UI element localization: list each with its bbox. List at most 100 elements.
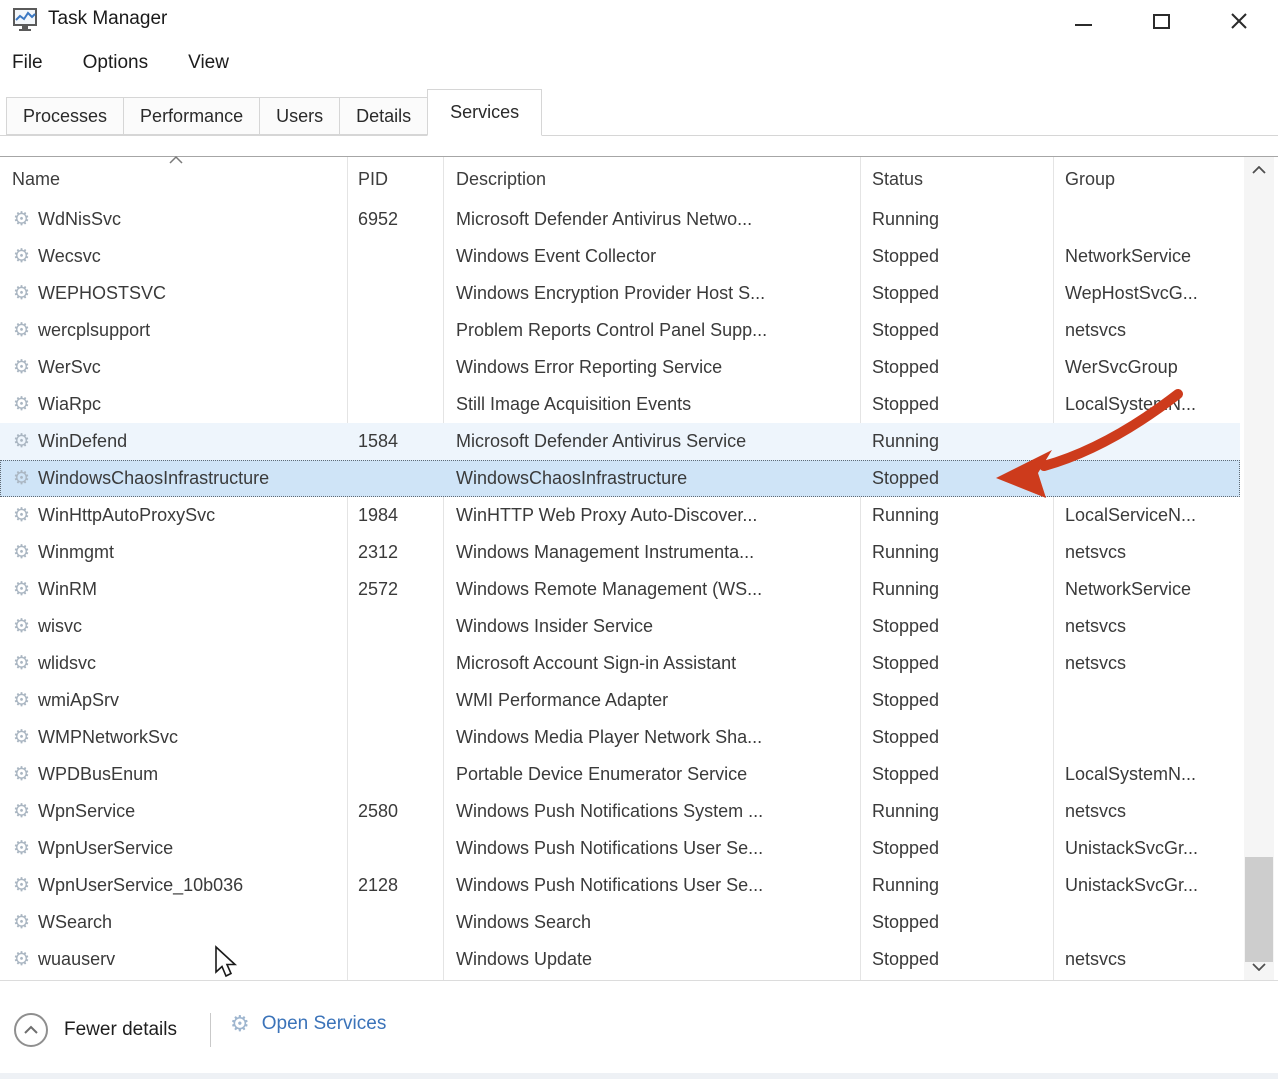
column-header-name[interactable]: Name (0, 169, 347, 190)
tab-services[interactable]: Services (427, 89, 542, 136)
service-name-cell: ⚙ WPDBusEnum (0, 764, 347, 785)
service-name-cell: ⚙ WerSvc (0, 357, 347, 378)
scrollbar-thumb[interactable] (1245, 857, 1273, 962)
service-group: UnistackSvcGr... (1053, 875, 1240, 896)
service-name-cell: ⚙ WinDefend (0, 431, 347, 452)
table-row[interactable]: ⚙ WPDBusEnum Portable Device Enumerator … (0, 756, 1240, 793)
menu-options[interactable]: Options (83, 52, 148, 74)
service-group: LocalSystemN... (1053, 394, 1240, 415)
table-row[interactable]: ⚙ Wecsvc Windows Event Collector Stopped… (0, 238, 1240, 275)
footer-bar: Fewer details ⚙ Open Services (0, 981, 1278, 1079)
tab-details[interactable]: Details (339, 97, 428, 135)
service-group: netsvcs (1053, 801, 1240, 822)
service-status: Stopped (860, 468, 1053, 489)
service-name: Wecsvc (38, 246, 101, 267)
minimize-button[interactable] (1044, 0, 1122, 42)
service-status: Running (860, 431, 1053, 452)
column-header-status[interactable]: Status (860, 169, 1053, 190)
service-group: NetworkService (1053, 579, 1240, 600)
service-name: WinRM (38, 579, 97, 600)
service-gear-icon: ⚙ (13, 210, 30, 229)
service-name: WinHttpAutoProxySvc (38, 505, 215, 526)
minimize-icon (1075, 24, 1092, 26)
maximize-button[interactable] (1122, 0, 1200, 42)
service-name: WMPNetworkSvc (38, 727, 178, 748)
service-name-cell: ⚙ wmiApSrv (0, 690, 347, 711)
service-description: Still Image Acquisition Events (443, 394, 860, 415)
table-row[interactable]: ⚙ wmiApSrv WMI Performance Adapter Stopp… (0, 682, 1240, 719)
service-status: Running (860, 505, 1053, 526)
service-description: Portable Device Enumerator Service (443, 764, 860, 785)
tab-performance[interactable]: Performance (123, 97, 260, 135)
service-group: WerSvcGroup (1053, 357, 1240, 378)
tab-users[interactable]: Users (259, 97, 340, 135)
service-description: Windows Remote Management (WS... (443, 579, 860, 600)
service-gear-icon: ⚙ (13, 284, 30, 303)
service-description: WindowsChaosInfrastructure (443, 468, 860, 489)
table-row[interactable]: ⚙ wisvc Windows Insider Service Stopped … (0, 608, 1240, 645)
service-group: netsvcs (1053, 616, 1240, 637)
table-row[interactable]: ⚙ Winmgmt 2312 Windows Management Instru… (0, 534, 1240, 571)
menu-view[interactable]: View (188, 52, 229, 74)
table-row[interactable]: ⚙ WSearch Windows Search Stopped (0, 904, 1240, 941)
table-row[interactable]: ⚙ wlidsvc Microsoft Account Sign-in Assi… (0, 645, 1240, 682)
column-header-group[interactable]: Group (1053, 169, 1240, 190)
scrollbar-down-icon[interactable] (1244, 954, 1274, 980)
service-name-cell: ⚙ Wecsvc (0, 246, 347, 267)
service-pid: 6952 (347, 209, 443, 230)
service-gear-icon: ⚙ (13, 506, 30, 525)
service-status: Running (860, 542, 1053, 563)
service-name: WpnUserService (38, 838, 173, 859)
table-row[interactable]: ⚙ WpnService 2580 Windows Push Notificat… (0, 793, 1240, 830)
open-services-gear-icon: ⚙ (230, 1013, 250, 1035)
service-group: UnistackSvcGr... (1053, 838, 1240, 859)
service-description: Windows Management Instrumenta... (443, 542, 860, 563)
close-icon (1229, 11, 1249, 31)
service-description: Windows Update (443, 949, 860, 970)
table-row[interactable]: ⚙ WiaRpc Still Image Acquisition Events … (0, 386, 1240, 423)
table-row[interactable]: ⚙ WpnUserService Windows Push Notificati… (0, 830, 1240, 867)
table-row[interactable]: ⚙ WindowsChaosInfrastructure WindowsChao… (0, 460, 1240, 497)
open-services-button[interactable]: ⚙ Open Services (230, 1013, 386, 1035)
service-pid: 2128 (347, 875, 443, 896)
service-pid: 1584 (347, 431, 443, 452)
menu-file[interactable]: File (12, 52, 43, 74)
service-description: WinHTTP Web Proxy Auto-Discover... (443, 505, 860, 526)
service-status: Stopped (860, 357, 1053, 378)
tab-processes[interactable]: Processes (6, 97, 124, 135)
fewer-details-button[interactable]: Fewer details (14, 1013, 177, 1047)
close-button[interactable] (1200, 0, 1278, 42)
table-row[interactable]: ⚙ WdNisSvc 6952 Microsoft Defender Antiv… (0, 201, 1240, 238)
table-row[interactable]: ⚙ wercplsupport Problem Reports Control … (0, 312, 1240, 349)
table-row[interactable]: ⚙ WpnUserService_10b036 2128 Windows Pus… (0, 867, 1240, 904)
service-description: Windows Error Reporting Service (443, 357, 860, 378)
service-gear-icon: ⚙ (13, 580, 30, 599)
table-row[interactable]: ⚙ WinRM 2572 Windows Remote Management (… (0, 571, 1240, 608)
service-name-cell: ⚙ WinRM (0, 579, 347, 600)
service-description: Windows Media Player Network Sha... (443, 727, 860, 748)
table-row[interactable]: ⚙ WMPNetworkSvc Windows Media Player Net… (0, 719, 1240, 756)
service-status: Stopped (860, 246, 1053, 267)
table-row[interactable]: ⚙ WerSvc Windows Error Reporting Service… (0, 349, 1240, 386)
table-row[interactable]: ⚙ WinDefend 1584 Microsoft Defender Anti… (0, 423, 1240, 460)
table-row[interactable]: ⚙ wuauserv Windows Update Stopped netsvc… (0, 941, 1240, 978)
service-description: Windows Insider Service (443, 616, 860, 637)
service-status: Stopped (860, 653, 1053, 674)
service-name: wuauserv (38, 949, 115, 970)
service-gear-icon: ⚙ (13, 691, 30, 710)
fewer-details-label: Fewer details (64, 1019, 177, 1041)
service-name: WPDBusEnum (38, 764, 158, 785)
service-description: Microsoft Account Sign-in Assistant (443, 653, 860, 674)
service-rows: ⚙ WdNisSvc 6952 Microsoft Defender Antiv… (0, 201, 1240, 978)
scrollbar-up-icon[interactable] (1244, 157, 1274, 183)
service-gear-icon: ⚙ (13, 765, 30, 784)
column-header-description[interactable]: Description (443, 169, 860, 190)
column-header-pid[interactable]: PID (347, 169, 443, 190)
table-row[interactable]: ⚙ WEPHOSTSVC Windows Encryption Provider… (0, 275, 1240, 312)
service-pid: 2312 (347, 542, 443, 563)
service-name: WinDefend (38, 431, 127, 452)
table-row[interactable]: ⚙ WinHttpAutoProxySvc 1984 WinHTTP Web P… (0, 497, 1240, 534)
vertical-scrollbar[interactable] (1244, 157, 1274, 980)
service-gear-icon: ⚙ (13, 654, 30, 673)
service-gear-icon: ⚙ (13, 802, 30, 821)
